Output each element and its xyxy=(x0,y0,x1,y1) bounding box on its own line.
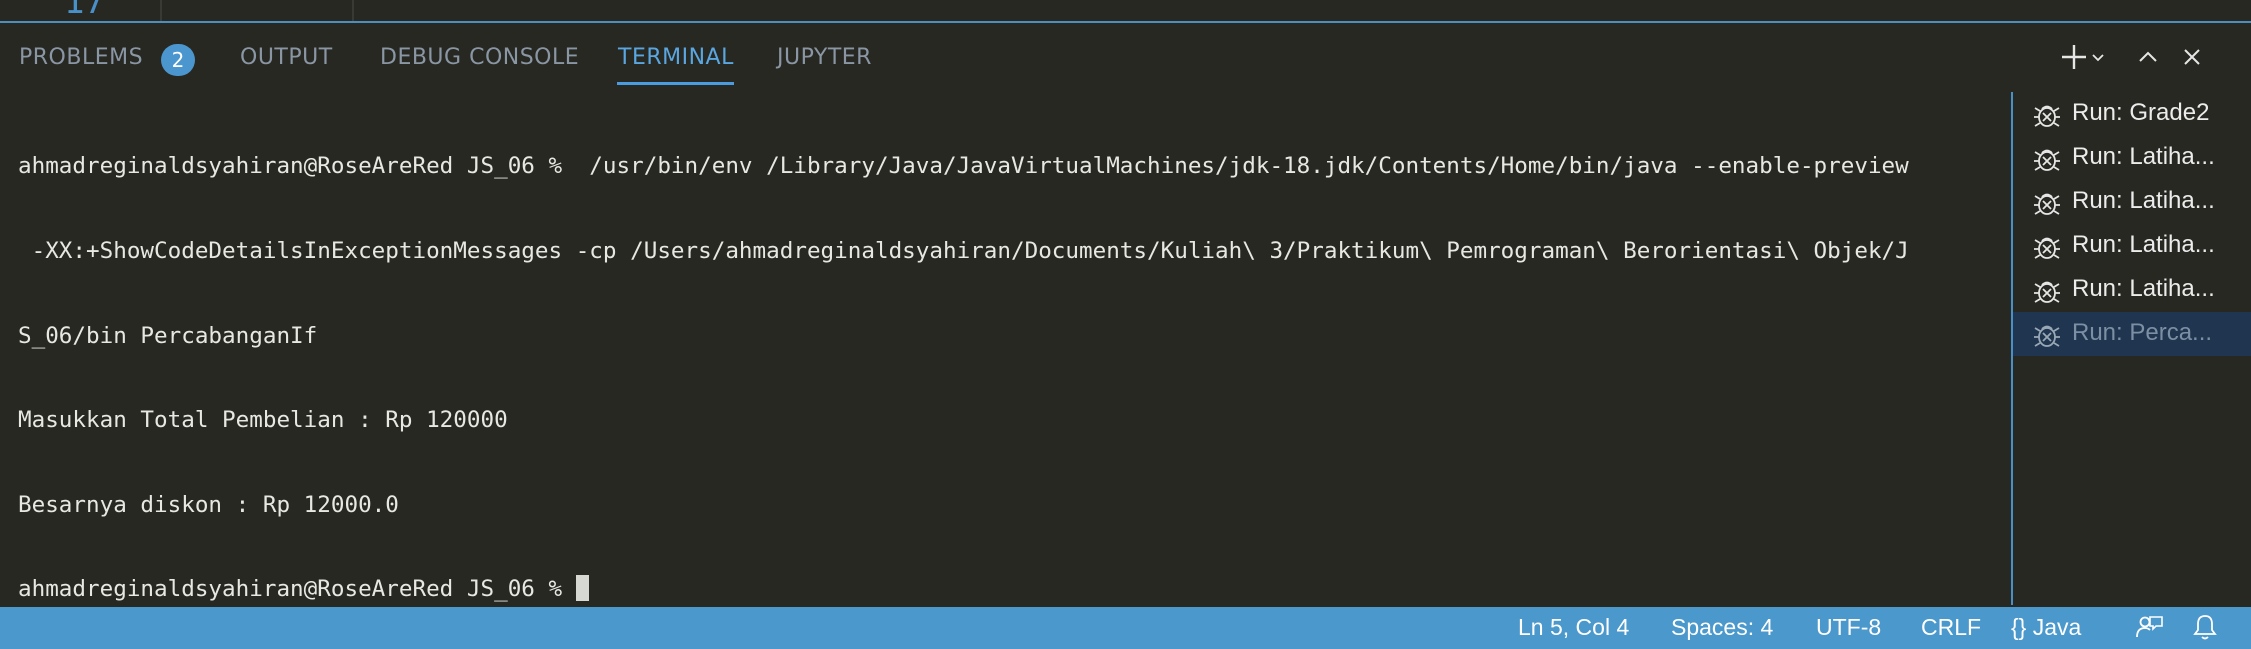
bell-icon xyxy=(2193,615,2217,640)
terminal-output[interactable]: ahmadreginaldsyahiran@RoseAreRed JS_06 %… xyxy=(18,96,1998,649)
terminal-instance-label: Run: Latiha... xyxy=(2072,275,2215,302)
debug-icon xyxy=(2034,193,2060,215)
feedback-icon xyxy=(2136,616,2163,638)
terminal-line: Besarnya diskon : Rp 12000.0 xyxy=(18,491,399,518)
tab-debug-console[interactable]: DEBUG CONSOLE xyxy=(380,45,579,70)
chevron-down-icon xyxy=(2092,54,2104,62)
feedback-button[interactable] xyxy=(2134,612,2164,648)
line-number: 17 xyxy=(64,0,105,22)
editor-area: 17 xyxy=(0,0,2251,22)
close-panel-button[interactable] xyxy=(2175,40,2209,74)
terminal-instance-label: Run: Latiha... xyxy=(2072,231,2215,258)
terminal-instance-list: Run: Grade2 Run: Latiha... Run: Latiha..… xyxy=(2013,92,2251,356)
tab-terminal[interactable]: TERMINAL xyxy=(618,45,734,70)
indent-guide xyxy=(352,0,354,21)
terminal-line: Masukkan Total Pembelian : Rp 120000 xyxy=(18,407,508,434)
debug-icon xyxy=(2034,325,2060,347)
vscode-panel-window: 17 PROBLEMS 2 OUTPUT DEBUG CONSOLE TERMI… xyxy=(0,0,2251,649)
language-mode[interactable]: {} Java xyxy=(2011,614,2081,641)
chevron-up-icon xyxy=(2139,51,2157,62)
plus-icon xyxy=(2062,45,2086,69)
indentation-setting[interactable]: Spaces: 4 xyxy=(1671,614,1773,641)
terminal-prompt-line: ahmadreginaldsyahiran@RoseAreRed JS_06 % xyxy=(18,575,1998,603)
tab-problems[interactable]: PROBLEMS xyxy=(19,45,143,70)
debug-icon xyxy=(2034,105,2060,127)
problems-count-badge: 2 xyxy=(161,44,195,76)
notifications-button[interactable] xyxy=(2190,612,2220,648)
terminal-line: -XX:+ShowCodeDetailsInExceptionMessages … xyxy=(18,238,1909,265)
active-tab-indicator xyxy=(617,82,734,85)
new-terminal-button[interactable] xyxy=(2057,40,2091,74)
status-bar: Ln 5, Col 4 Spaces: 4 UTF-8 CRLF {} Java xyxy=(0,607,2251,649)
encoding-setting[interactable]: UTF-8 xyxy=(1816,614,1881,641)
terminal-instance-item-selected[interactable]: Run: Perca... xyxy=(2013,312,2251,356)
terminal-instance-item[interactable]: Run: Latiha... xyxy=(2013,268,2251,312)
terminal-prompt: ahmadreginaldsyahiran@RoseAreRed JS_06 % xyxy=(18,576,576,603)
terminal-instance-label: Run: Perca... xyxy=(2072,319,2213,346)
terminal-instance-item[interactable]: Run: Grade2 xyxy=(2013,92,2251,136)
terminal-cursor xyxy=(575,575,589,602)
terminal-instance-label: Run: Latiha... xyxy=(2072,143,2215,170)
braces-icon: {} xyxy=(2011,614,2027,640)
terminal-instance-item[interactable]: Run: Latiha... xyxy=(2013,136,2251,180)
terminal-instance-item[interactable]: Run: Latiha... xyxy=(2013,180,2251,224)
terminal-instance-item[interactable]: Run: Latiha... xyxy=(2013,224,2251,268)
maximize-panel-button[interactable] xyxy=(2131,40,2165,74)
cursor-position[interactable]: Ln 5, Col 4 xyxy=(1518,614,1629,641)
panel-actions xyxy=(2051,40,2251,76)
terminal-dropdown-button[interactable] xyxy=(2087,40,2109,74)
terminal-line: S_06/bin PercabanganIf xyxy=(18,322,318,349)
eol-setting[interactable]: CRLF xyxy=(1921,614,1981,641)
debug-icon xyxy=(2034,281,2060,303)
terminal-instance-label: Run: Grade2 xyxy=(2072,99,2210,126)
panel-tab-bar: PROBLEMS 2 OUTPUT DEBUG CONSOLE TERMINAL… xyxy=(0,23,2000,85)
debug-icon xyxy=(2034,237,2060,259)
debug-icon xyxy=(2034,149,2060,171)
terminal-line: ahmadreginaldsyahiran@RoseAreRed JS_06 %… xyxy=(18,153,1909,180)
close-icon xyxy=(2184,49,2200,65)
terminal-instance-label: Run: Latiha... xyxy=(2072,187,2215,214)
tab-jupyter[interactable]: JUPYTER xyxy=(777,45,872,70)
tab-output[interactable]: OUTPUT xyxy=(240,45,333,70)
language-label: Java xyxy=(2032,614,2082,640)
indent-guide xyxy=(160,0,162,21)
